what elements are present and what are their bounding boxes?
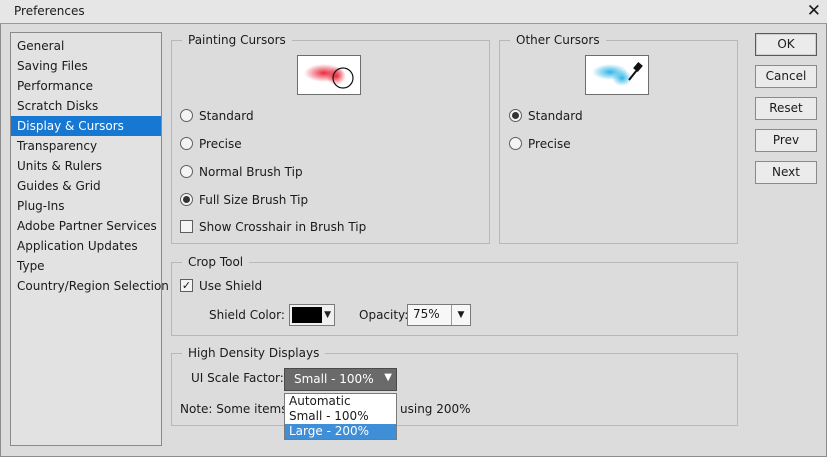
- radio-indicator[interactable]: [180, 193, 193, 206]
- sidebar-item-saving-files[interactable]: Saving Files: [11, 56, 161, 76]
- chevron-down-icon[interactable]: ▼: [451, 305, 470, 325]
- painting-full-size-brush-tip-radio[interactable]: Full Size Brush Tip: [180, 191, 308, 209]
- ui-scale-label: UI Scale Factor:: [191, 371, 284, 385]
- cancel-button[interactable]: Cancel: [755, 65, 817, 88]
- window-title: Preferences: [14, 4, 85, 18]
- next-button[interactable]: Next: [755, 161, 817, 184]
- ui-scale-dropdown-list[interactable]: Automatic Small - 100% Large - 200%: [284, 393, 397, 440]
- opacity-dropdown[interactable]: 75% ▼: [407, 304, 471, 326]
- radio-indicator[interactable]: [180, 165, 193, 178]
- other-precise-radio[interactable]: Precise: [509, 135, 571, 153]
- radio-label: Precise: [199, 137, 242, 151]
- painting-cursors-title: Painting Cursors: [182, 32, 292, 48]
- sidebar-item-general[interactable]: General: [11, 36, 161, 56]
- sidebar-item-adobe-partner-services[interactable]: Adobe Partner Services: [11, 216, 161, 236]
- radio-label: Standard: [528, 109, 583, 123]
- note-text-left: Note: Some items: [180, 402, 288, 416]
- sidebar-item-scratch-disks[interactable]: Scratch Disks: [11, 96, 161, 116]
- painting-normal-brush-tip-radio[interactable]: Normal Brush Tip: [180, 163, 303, 181]
- show-crosshair-checkbox[interactable]: Show Crosshair in Brush Tip: [180, 218, 366, 236]
- opacity-label: Opacity:: [359, 308, 409, 322]
- sidebar-item-country-region[interactable]: Country/Region Selection: [11, 276, 169, 296]
- brush-cursor-icon: [304, 64, 354, 89]
- sidebar-item-transparency[interactable]: Transparency: [11, 136, 161, 156]
- checkbox-label: Show Crosshair in Brush Tip: [199, 220, 367, 234]
- crop-tool-title: Crop Tool: [182, 254, 250, 270]
- dropdown-option-automatic[interactable]: Automatic: [285, 394, 396, 409]
- painting-precise-radio[interactable]: Precise: [180, 135, 242, 153]
- checkbox-indicator[interactable]: ✓: [180, 279, 193, 292]
- radio-indicator[interactable]: [180, 109, 193, 122]
- checkbox-label: Use Shield: [199, 279, 263, 293]
- ui-scale-value: Small - 100%: [294, 372, 374, 386]
- eyedropper-cursor-icon: [592, 62, 643, 86]
- sidebar-item-performance[interactable]: Performance: [11, 76, 161, 96]
- reset-button[interactable]: Reset: [755, 97, 817, 120]
- radio-label: Standard: [199, 109, 254, 123]
- ok-button[interactable]: OK: [755, 33, 817, 56]
- preferences-category-list[interactable]: General Saving Files Performance Scratch…: [10, 32, 169, 446]
- dropdown-option-large[interactable]: Large - 200%: [285, 424, 396, 439]
- shield-color-swatch: [292, 307, 322, 323]
- sidebar-item-guides-grid[interactable]: Guides & Grid: [11, 176, 161, 196]
- shield-color-label: Shield Color:: [209, 308, 285, 322]
- radio-indicator[interactable]: [509, 137, 522, 150]
- shield-color-picker[interactable]: ▼: [289, 304, 335, 326]
- other-standard-radio[interactable]: Standard: [509, 107, 583, 125]
- dropdown-option-small[interactable]: Small - 100%: [285, 409, 396, 424]
- painting-standard-radio[interactable]: Standard: [180, 107, 254, 125]
- note-text-right: using 200%: [400, 402, 471, 416]
- radio-indicator[interactable]: [509, 109, 522, 122]
- high-density-title: High Density Displays: [182, 345, 326, 361]
- painting-cursor-preview: [297, 55, 361, 95]
- checkbox-indicator[interactable]: [180, 220, 193, 233]
- chevron-down-icon: ▼: [324, 310, 331, 320]
- radio-label: Normal Brush Tip: [199, 165, 303, 179]
- other-cursors-title: Other Cursors: [510, 32, 606, 48]
- prev-button[interactable]: Prev: [755, 129, 817, 152]
- sidebar-item-units-rulers[interactable]: Units & Rulers: [11, 156, 161, 176]
- radio-indicator[interactable]: [180, 137, 193, 150]
- radio-label: Precise: [528, 137, 571, 151]
- chevron-down-icon[interactable]: ▼: [384, 372, 392, 383]
- use-shield-checkbox[interactable]: ✓ Use Shield: [180, 277, 262, 295]
- opacity-value: 75%: [413, 307, 440, 321]
- sidebar-item-type[interactable]: Type: [11, 256, 161, 276]
- sidebar-item-application-updates[interactable]: Application Updates: [11, 236, 161, 256]
- radio-label: Full Size Brush Tip: [199, 193, 309, 207]
- ui-scale-dropdown[interactable]: Small - 100% ▼: [284, 368, 397, 391]
- sidebar-item-plug-ins[interactable]: Plug-Ins: [11, 196, 161, 216]
- other-cursor-preview: [585, 55, 649, 95]
- title-bar: Preferences ✕: [0, 0, 827, 24]
- sidebar-item-display-cursors[interactable]: Display & Cursors: [11, 116, 161, 136]
- close-icon[interactable]: ✕: [807, 1, 821, 21]
